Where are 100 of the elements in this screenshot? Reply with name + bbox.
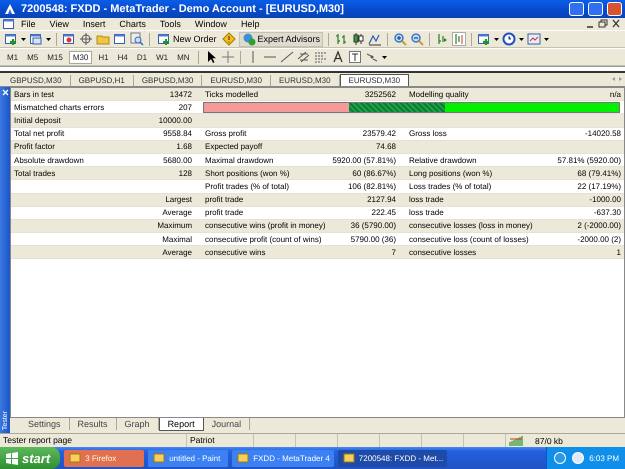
tester-tab[interactable]: Settings xyxy=(20,418,70,430)
row-label: loss trade xyxy=(408,195,445,204)
taskbar-button[interactable]: 7200548: FXDD - Met... xyxy=(338,450,448,466)
chart-shift-icon[interactable] xyxy=(452,32,466,46)
row-label: Short positions (won %) xyxy=(204,168,290,178)
row-value: n/a xyxy=(608,90,622,99)
zoom-out-icon[interactable] xyxy=(410,32,424,46)
row-value: 10000.00 xyxy=(158,116,193,125)
row-value: 207 xyxy=(178,102,193,112)
period-button[interactable]: MN xyxy=(174,52,193,62)
fibonacci-icon[interactable] xyxy=(314,50,328,64)
row-value: 128 xyxy=(178,168,193,178)
clock: 6:03 PM xyxy=(589,454,619,462)
row-label: consecutive losses xyxy=(408,248,478,257)
order-icon xyxy=(157,32,171,46)
market-watch-icon[interactable] xyxy=(62,32,76,46)
row-value: 2127.94 xyxy=(366,195,397,204)
line-chart-icon[interactable] xyxy=(368,32,382,46)
period-button[interactable]: M1 xyxy=(4,52,22,62)
row-value: 9558.84 xyxy=(162,129,193,138)
menu-item[interactable]: Window xyxy=(188,19,234,29)
zoom-in-icon[interactable] xyxy=(393,32,408,46)
app-window-icon xyxy=(152,451,166,465)
new-chart-icon[interactable] xyxy=(4,32,18,46)
templates-icon[interactable] xyxy=(527,32,542,46)
row-value: 68 (79.41%) xyxy=(576,168,622,178)
menu-item[interactable]: File xyxy=(14,19,43,29)
candlestick-icon[interactable] xyxy=(351,32,366,46)
tester-tab[interactable]: Report xyxy=(158,418,204,431)
row-value: 7 xyxy=(390,248,397,257)
row-label: consecutive profit (count of wins) xyxy=(204,234,322,244)
chart-tab[interactable]: GBPUSD,M30 xyxy=(134,75,202,86)
taskbar-button[interactable]: untitled - Paint xyxy=(148,450,228,466)
row-label: Total net profit xyxy=(13,129,66,138)
menu-item[interactable]: Tools xyxy=(152,19,188,29)
row-label: consecutive wins (profit in money) xyxy=(204,221,326,230)
row-label: Profit factor xyxy=(13,142,56,152)
app-icon xyxy=(3,2,17,16)
terminal-window-icon[interactable] xyxy=(113,32,127,46)
period-button[interactable]: M5 xyxy=(24,52,42,62)
row-value: 2 (-2000.00) xyxy=(576,221,622,230)
text-tool-icon[interactable] xyxy=(330,50,345,64)
minimize-button[interactable] xyxy=(569,2,584,16)
row-label: Absolute drawdown xyxy=(13,156,85,165)
tester-tab[interactable]: Results xyxy=(70,418,117,430)
row-value: Maximum xyxy=(156,221,193,230)
crosshair-icon[interactable] xyxy=(79,32,93,46)
new-order-button[interactable]: New Order xyxy=(155,32,219,46)
row-value: 5790.00 (36) xyxy=(350,234,397,244)
row-label: consecutive losses (loss in money) xyxy=(408,221,534,230)
tester-tab[interactable]: Journal xyxy=(204,418,250,430)
period-button[interactable]: M15 xyxy=(44,52,66,62)
row-label: Loss trades (% of total) xyxy=(408,182,492,191)
chart-tab[interactable]: GBPUSD,M30 xyxy=(2,75,71,86)
text-label-icon[interactable] xyxy=(348,50,362,64)
magnifier-icon[interactable] xyxy=(130,32,144,46)
chart-tab[interactable]: EURUSD,M30 xyxy=(202,75,271,86)
period-button[interactable]: D1 xyxy=(134,52,150,62)
app-window-icon xyxy=(236,451,250,465)
row-value: 22 (17.19%) xyxy=(576,182,622,191)
crosshair-icon[interactable] xyxy=(220,50,235,64)
row-label: Gross loss xyxy=(408,129,448,138)
row-value: 222.45 xyxy=(370,208,397,218)
trendline-icon[interactable] xyxy=(280,50,294,64)
channel-icon[interactable] xyxy=(296,50,311,64)
profiles-icon[interactable] xyxy=(29,32,43,46)
row-value: Largest xyxy=(164,195,193,204)
row-value: Maximal xyxy=(161,234,193,244)
maximize-button[interactable] xyxy=(588,2,603,16)
clock-icon[interactable] xyxy=(502,32,516,46)
row-value: -2000.00 (2) xyxy=(576,234,622,244)
app-window-icon xyxy=(68,451,82,465)
row-value: -14020.58 xyxy=(584,129,622,138)
row-label: Total trades xyxy=(13,168,56,178)
menu-item[interactable]: Insert xyxy=(76,19,112,29)
row-label: Modelling quality xyxy=(408,90,470,99)
period-button[interactable]: W1 xyxy=(153,52,172,62)
menu-item[interactable]: View xyxy=(42,19,76,29)
row-label: profit trade xyxy=(204,208,244,218)
row-value: -637.30 xyxy=(592,208,622,218)
period-button[interactable]: M30 xyxy=(68,50,92,64)
row-label: Profit trades (% of total) xyxy=(204,182,290,191)
row-value: 57.81% (5920.00) xyxy=(556,156,622,165)
taskbar-button[interactable]: FXDD - MetaTrader 4 xyxy=(232,450,334,466)
chart-tab[interactable]: EURUSD,M30 xyxy=(340,74,410,86)
menu-item[interactable]: Charts xyxy=(112,19,153,29)
period-button[interactable]: H4 xyxy=(114,52,131,62)
row-value: 5680.00 xyxy=(162,156,193,165)
expert-advisors-button[interactable]: Expert Advisors xyxy=(238,32,324,46)
row-label: Bars in test xyxy=(13,90,56,99)
row-label: profit trade xyxy=(204,195,244,204)
warning-diamond-icon[interactable] xyxy=(222,32,236,46)
chart-tab[interactable]: GBPUSD,H1 xyxy=(70,75,134,86)
row-label: Gross profit xyxy=(204,129,248,138)
bar-chart-icon[interactable] xyxy=(334,32,348,46)
period-button[interactable]: H1 xyxy=(95,52,112,62)
row-value: Average xyxy=(161,248,193,257)
menu-item[interactable]: Help xyxy=(234,19,266,29)
indicators-icon[interactable] xyxy=(477,32,492,46)
close-button[interactable] xyxy=(607,2,622,16)
